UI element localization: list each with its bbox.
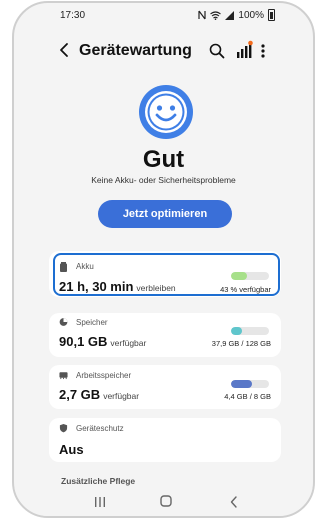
phone-frame: 17:30 100% Gerätewartung Gut Keine Akku-… (12, 1, 315, 518)
battery-icon (268, 9, 275, 21)
back-arrow-icon[interactable] (56, 40, 74, 60)
storage-icon (59, 318, 68, 326)
memory-value: 2,7 GB verfügbar (59, 387, 139, 402)
memory-amount: 2,7 GB (59, 387, 101, 402)
search-icon[interactable] (208, 42, 226, 60)
memory-card[interactable]: Arbeitsspeicher 2,7 GB verfügbar 4,4 GB /… (49, 365, 281, 409)
memory-icon (59, 372, 68, 380)
memory-bar (231, 380, 269, 388)
storage-card[interactable]: Speicher 90,1 GB verfügbar 37,9 GB / 128 … (49, 313, 281, 357)
storage-value: 90,1 GB verfügbar (59, 334, 146, 349)
signal-bars-icon[interactable] (235, 40, 253, 60)
additional-care-title: Zusätzliche Pflege (61, 476, 136, 486)
storage-bar (231, 327, 269, 335)
page-title: Gerätewartung (79, 42, 192, 59)
storage-suffix: verfügbar (110, 338, 147, 348)
status-title: Gut (142, 146, 185, 173)
memory-label: Arbeitsspeicher (76, 371, 132, 380)
storage-caption: 37,9 GB / 128 GB (211, 339, 271, 348)
more-vert-icon[interactable] (258, 41, 268, 61)
memory-bar-fill (231, 380, 252, 388)
smiley-face-icon (139, 85, 193, 139)
app-header: Gerätewartung (14, 33, 313, 69)
recent-apps-icon[interactable] (94, 496, 106, 508)
battery-percent: 100% (238, 9, 264, 21)
status-time: 17:30 (60, 10, 86, 21)
battery-highlight-frame (53, 253, 280, 296)
back-icon[interactable] (229, 495, 239, 509)
protection-value: Aus (59, 442, 84, 457)
status-subtitle: Keine Akku- oder Sicherheitsprobleme (91, 175, 236, 185)
protection-label: Geräteschutz (76, 424, 124, 433)
home-icon[interactable] (160, 495, 172, 507)
navigation-bar (14, 488, 313, 516)
memory-caption: 4,4 GB / 8 GB (224, 392, 271, 401)
status-bar: 17:30 100% (14, 3, 313, 27)
cell-signal-icon (225, 10, 235, 20)
storage-bar-fill (231, 327, 243, 335)
memory-suffix: verfügbar (103, 391, 140, 401)
shield-icon (59, 423, 68, 433)
wifi-icon (210, 10, 222, 20)
nfc-icon (198, 10, 207, 20)
protection-card[interactable]: Geräteschutz Aus (49, 418, 281, 462)
optimize-now-button[interactable]: Jetzt optimieren (98, 200, 232, 228)
storage-label: Speicher (76, 318, 108, 327)
storage-amount: 90,1 GB (59, 334, 108, 349)
status-icons: 100% (198, 9, 275, 21)
